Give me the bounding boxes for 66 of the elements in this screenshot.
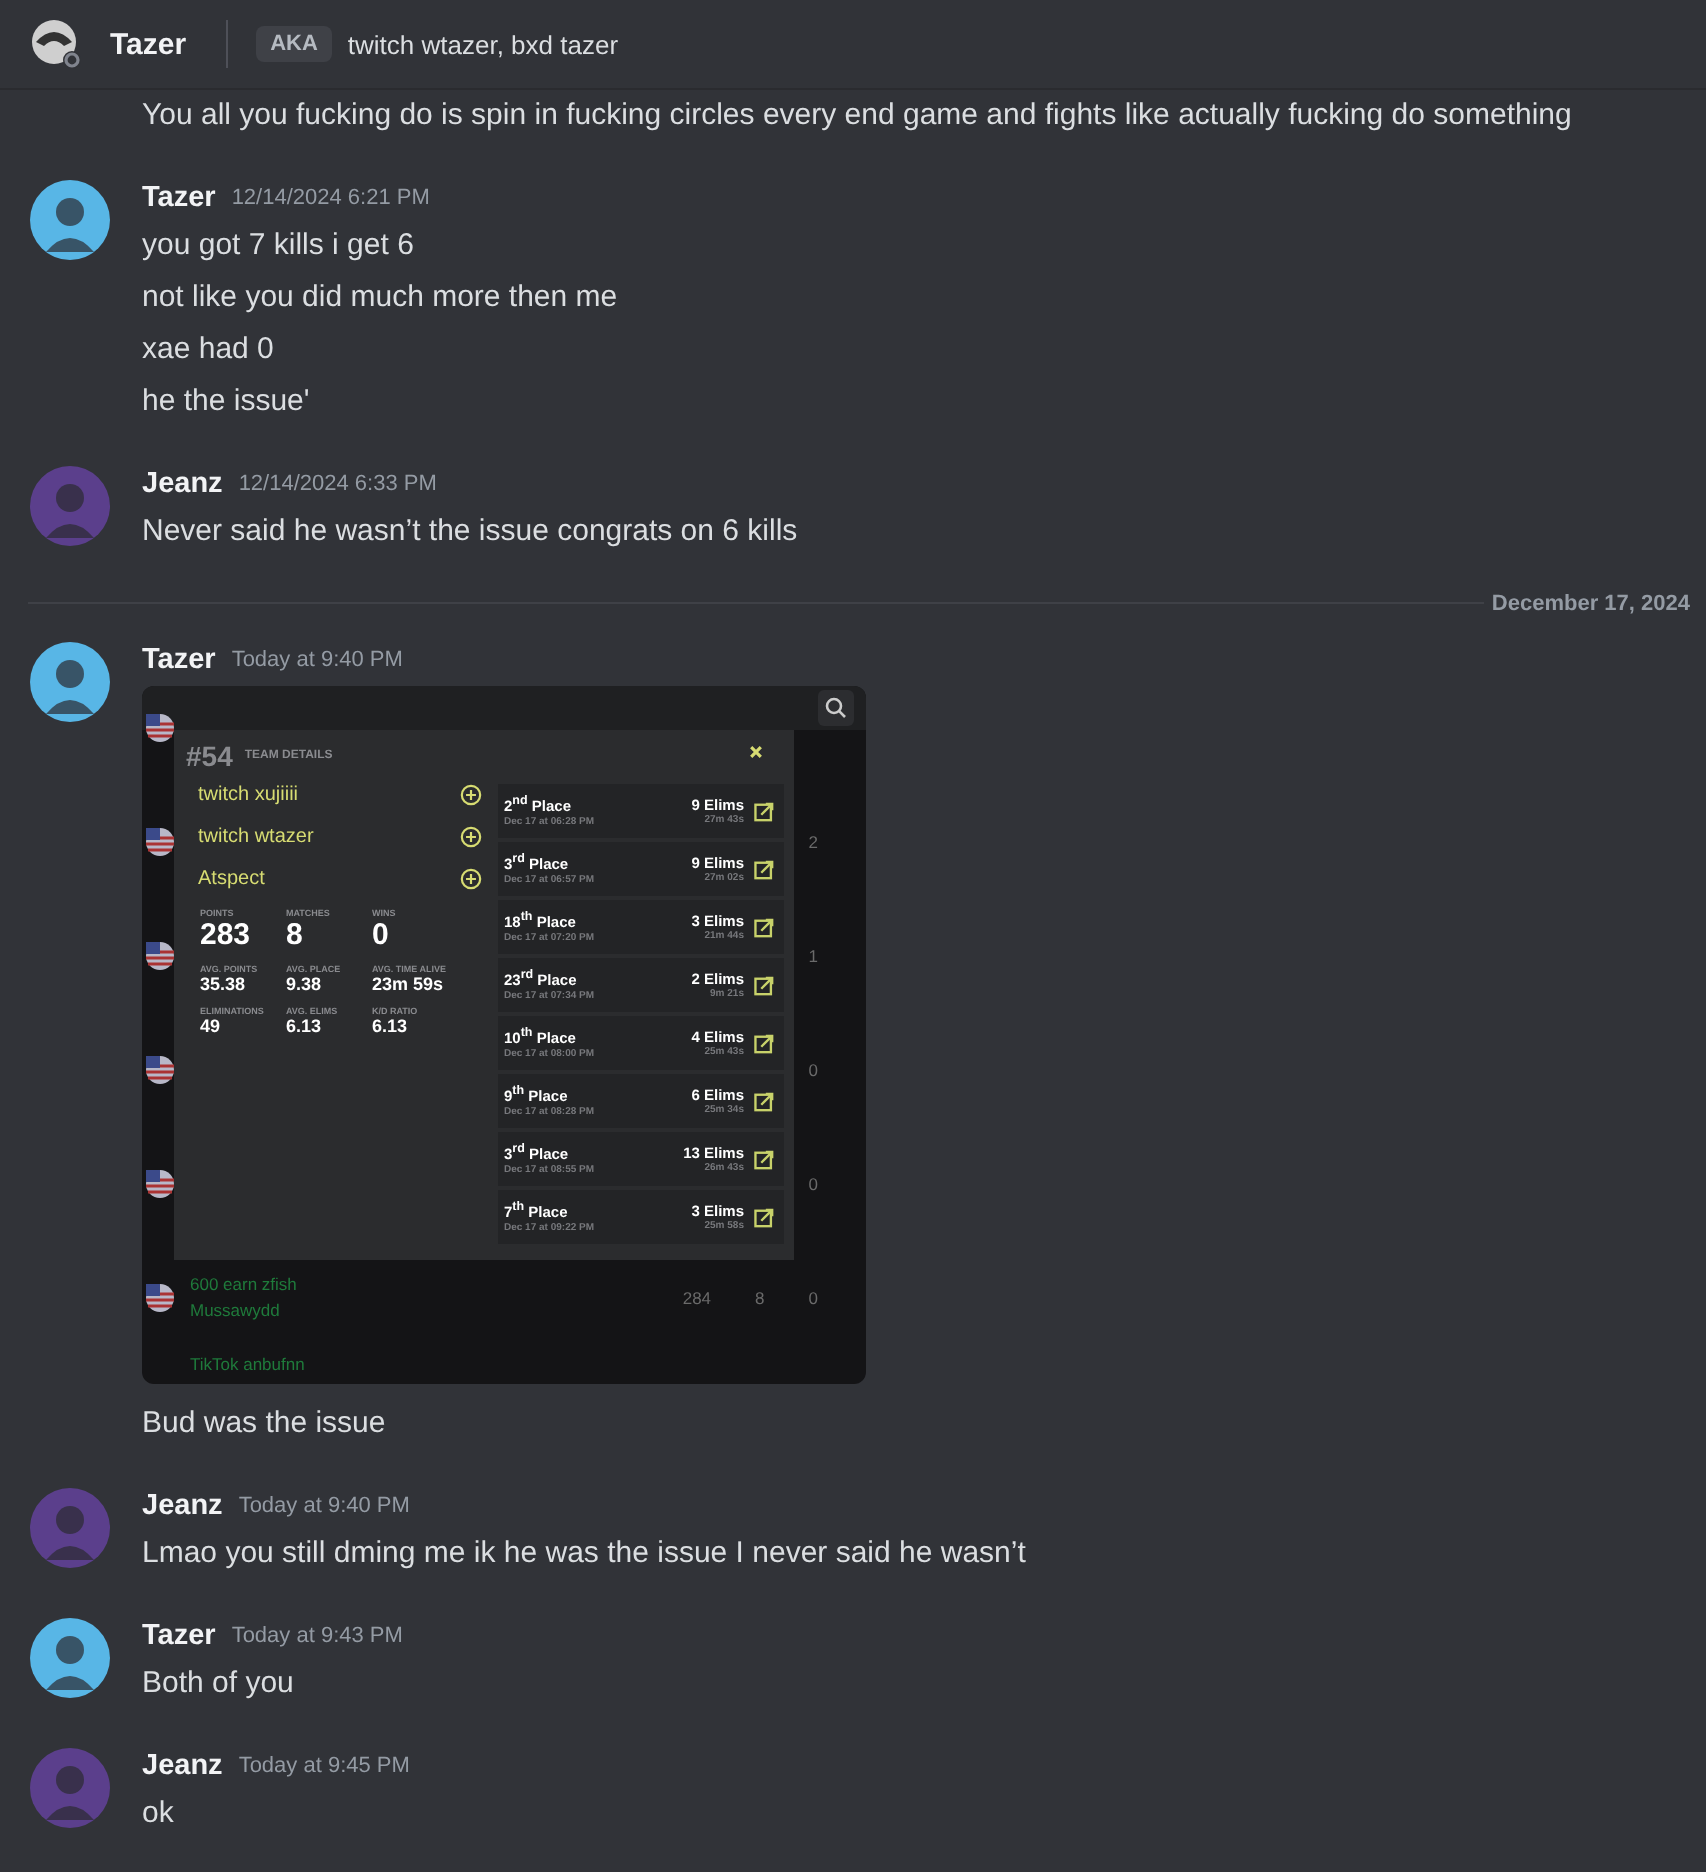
stat-value: 6.13 (372, 1016, 410, 1036)
player-name: 600 earn zfish (190, 1274, 299, 1294)
player-name[interactable]: Atspect (198, 868, 265, 890)
message-text: Both of you (142, 1664, 294, 1704)
player-name[interactable]: twitch wtazer (198, 826, 314, 848)
stat-value: 35.38 (200, 974, 248, 994)
message-text: Never said he wasn’t the issue congrats on 6 kills (142, 512, 798, 552)
table-cell: 0 (808, 1173, 818, 1193)
message-text: Lmao you still dming me ik he was the issue I never said he wasn’t (142, 1534, 1026, 1574)
stat-value: 49 (200, 1016, 223, 1036)
avatar[interactable] (30, 642, 110, 722)
timestamp: Today at 9:43 PM (231, 1624, 403, 1648)
timestamp: Today at 9:40 PM (231, 648, 403, 672)
table-cell: 0 (808, 1059, 818, 1079)
table-cell: 1 (808, 945, 818, 965)
external-link-icon[interactable] (754, 975, 774, 995)
timestamp: Today at 9:40 PM (238, 1494, 410, 1518)
timestamp: Today at 9:45 PM (238, 1754, 410, 1778)
table-cell: 2 (808, 831, 818, 851)
message-text: he the issue' (142, 382, 310, 422)
author-name[interactable]: Jeanz (142, 1490, 223, 1522)
avatar[interactable] (30, 180, 110, 260)
stat-value: 6.13 (286, 1016, 324, 1036)
aka-names: twitch wtazer, bxd tazer (347, 29, 619, 59)
avatar[interactable] (30, 1618, 110, 1698)
screenshot-attachment[interactable] (142, 686, 866, 1384)
author-name[interactable]: Jeanz (142, 1750, 223, 1782)
external-link-icon[interactable] (754, 1033, 774, 1053)
aka-tag: AKA (256, 26, 332, 62)
player-name: Mussawydd (190, 1300, 282, 1320)
user-name: Tazer (110, 27, 187, 61)
message-text: not like you did much more then me (142, 278, 618, 318)
external-link-icon[interactable] (754, 1149, 774, 1169)
player-name[interactable]: twitch xujiiii (198, 784, 299, 806)
stat-value: 0 (372, 918, 391, 952)
author-name[interactable]: Jeanz (142, 468, 223, 500)
table-cell: 284 (682, 1287, 712, 1307)
table-cell: 0 (808, 1287, 818, 1307)
add-icon[interactable] (460, 784, 482, 806)
add-icon[interactable] (460, 826, 482, 848)
stat-value: 9.38 (286, 974, 324, 994)
player-name: TikTok anbufnn (190, 1354, 307, 1374)
stat-value: 283 (200, 918, 253, 952)
table-cell: 8 (755, 1287, 765, 1307)
message-text: Bud was the issue (142, 1404, 386, 1444)
timestamp: 12/14/2024 6:33 PM (238, 472, 437, 496)
external-link-icon[interactable] (754, 1091, 774, 1111)
external-link-icon[interactable] (754, 1207, 774, 1227)
message-text: you got 7 kills i get 6 (142, 226, 414, 266)
author-name[interactable]: Tazer (142, 1620, 216, 1652)
message-text: xae had 0 (142, 330, 274, 370)
timestamp: 12/14/2024 6:21 PM (231, 186, 430, 210)
search-icon[interactable] (818, 690, 854, 726)
external-link-icon[interactable] (754, 859, 774, 879)
add-icon[interactable] (460, 868, 482, 890)
author-name[interactable]: Tazer (142, 182, 216, 214)
external-link-icon[interactable] (754, 917, 774, 937)
close-icon[interactable] (748, 744, 764, 760)
author-name[interactable]: Tazer (142, 644, 216, 676)
stat-value: 23m 59s (372, 974, 446, 994)
external-link-icon[interactable] (754, 801, 774, 821)
team-rank: #54 (186, 740, 233, 772)
stat-value: 8 (286, 918, 305, 952)
message-text: You all you fucking do is spin in fucking circles every end game and fights like actually fucking do something (142, 96, 1574, 136)
message-text: ok (142, 1794, 174, 1834)
avatar[interactable] (30, 18, 82, 70)
